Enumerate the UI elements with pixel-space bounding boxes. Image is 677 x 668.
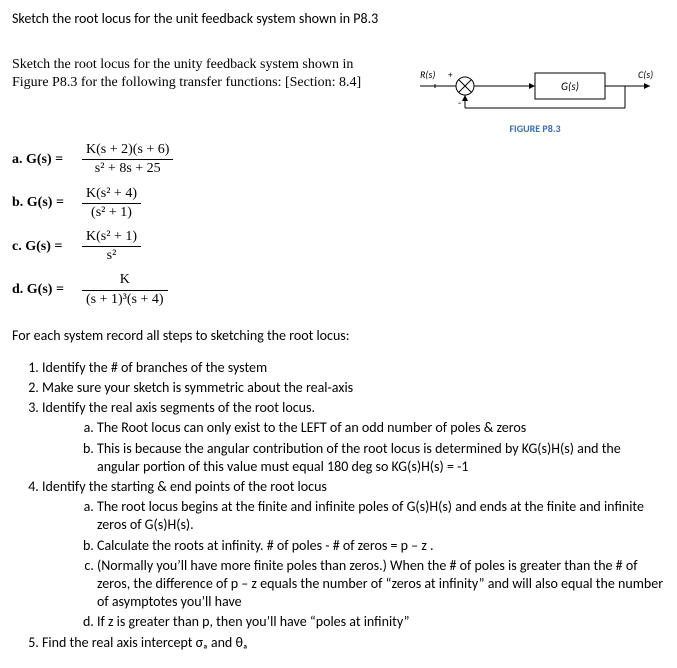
block-diagram: + G(s) - R(s) C(s) — [410, 56, 660, 116]
tf-item-d: d. G(s) = K (s + 1)³(s + 4) — [12, 271, 665, 308]
figure-caption: FIGURE P8.3 — [405, 122, 665, 135]
step-4: Identify the starting & end points of th… — [42, 478, 665, 632]
step-4c: (Normally you’ll have more finite poles … — [97, 557, 665, 612]
tf-denominator: (s² + 1) — [82, 204, 141, 222]
tf-denominator: (s + 1)³(s + 4) — [82, 291, 168, 309]
figure-p8-3: + G(s) - R(s) C(s) FIGURE P8.3 — [405, 56, 665, 135]
tf-denominator: s² + 8s + 25 — [82, 160, 173, 178]
step-4a: The root locus begins at the finite and … — [97, 498, 665, 534]
step-4-sub: The root locus begins at the finite and … — [42, 498, 665, 631]
step-5: Find the real axis intercept σₐ and θₐ — [42, 634, 665, 652]
tf-fraction: K (s + 1)³(s + 4) — [82, 271, 168, 308]
step-2: Make sure your sketch is symmetric about… — [42, 379, 665, 397]
tf-fraction: K(s² + 1) s² — [82, 228, 141, 265]
tf-numerator: K — [82, 271, 168, 290]
lead-text: For each system record all steps to sket… — [12, 327, 665, 345]
tf-item-a: a. G(s) = K(s + 2)(s + 6) s² + 8s + 25 — [12, 141, 665, 178]
intro-text: Sketch the root locus for the unity feed… — [12, 56, 372, 92]
step-3-sub: The Root locus can only exist to the LEF… — [42, 419, 665, 476]
step-3b: This is because the angular contribution… — [97, 440, 665, 476]
top-block: Sketch the root locus for the unity feed… — [12, 56, 665, 135]
step-1: Identify the # of branches of the system — [42, 359, 665, 377]
tf-numerator: K(s + 2)(s + 6) — [82, 141, 173, 160]
tf-label: b. G(s) = — [12, 194, 82, 212]
step-4b: Calculate the roots at infinity. # of po… — [97, 537, 665, 555]
tf-label: c. G(s) = — [12, 238, 82, 256]
tf-fraction: K(s² + 4) (s² + 1) — [82, 185, 141, 222]
svg-text:-: - — [458, 96, 461, 109]
tf-item-b: b. G(s) = K(s² + 4) (s² + 1) — [12, 185, 665, 222]
tf-denominator: s² — [82, 247, 141, 265]
tf-item-c: c. G(s) = K(s² + 1) s² — [12, 228, 665, 265]
r-label: R(s) — [420, 68, 435, 81]
svg-text:+: + — [448, 70, 453, 81]
tf-numerator: K(s² + 1) — [82, 228, 141, 247]
page-title: Sketch the root locus for the unit feedb… — [12, 10, 665, 28]
transfer-function-list: a. G(s) = K(s + 2)(s + 6) s² + 8s + 25 b… — [12, 141, 665, 309]
step-3a: The Root locus can only exist to the LEF… — [97, 419, 665, 437]
tf-numerator: K(s² + 4) — [82, 185, 141, 204]
step-4-text: Identify the starting & end points of th… — [42, 478, 327, 495]
c-label: C(s) — [638, 68, 653, 81]
step-3-text: Identify the real axis segments of the r… — [42, 399, 315, 416]
step-3: Identify the real axis segments of the r… — [42, 399, 665, 476]
tf-fraction: K(s + 2)(s + 6) s² + 8s + 25 — [82, 141, 173, 178]
g-block-label: G(s) — [561, 80, 579, 93]
tf-label: d. G(s) = — [12, 281, 82, 299]
tf-label: a. G(s) = — [12, 151, 82, 169]
steps-list: Identify the # of branches of the system… — [12, 359, 665, 652]
step-4d: If z is greater than p, then you’ll have… — [97, 613, 665, 631]
